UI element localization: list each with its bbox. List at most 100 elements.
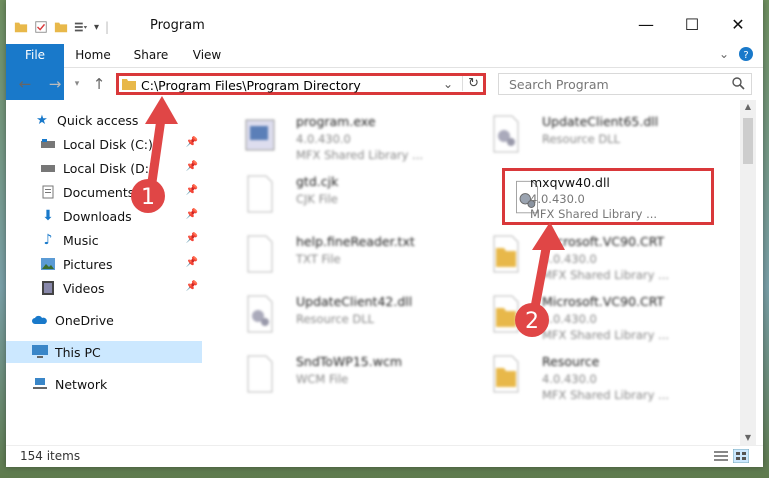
refresh-icon[interactable]: ↻	[462, 76, 479, 91]
sidebar-item-music[interactable]: ♪ Music 📌	[6, 229, 202, 251]
sidebar-item-this-pc[interactable]: This PC	[6, 341, 202, 363]
file-description: MFX Shared Library ...	[296, 148, 424, 162]
up-button[interactable]: ↑	[88, 74, 110, 94]
maximize-button[interactable]: ☐	[669, 10, 715, 38]
sidebar-item-label: Quick access	[57, 112, 139, 128]
search-box[interactable]: Search Program	[498, 73, 752, 95]
chevron-down-icon[interactable]: ⌄	[719, 47, 729, 61]
forward-button[interactable]: →	[44, 74, 66, 94]
sidebar-item-label: Videos	[63, 280, 105, 296]
sidebar-item-downloads[interactable]: ⬇ Downloads 📌	[6, 205, 202, 227]
downloads-icon: ⬇	[42, 208, 54, 224]
sidebar-item-label: This PC	[55, 344, 101, 360]
pin-icon[interactable]: 📌	[186, 185, 198, 196]
tab-home[interactable]: Home	[68, 44, 118, 67]
pin-icon[interactable]: 📌	[186, 257, 198, 268]
tab-share[interactable]: Share	[126, 44, 176, 67]
list-item[interactable]: program.exe 4.0.430.0 MFX Shared Library…	[226, 106, 466, 162]
list-item[interactable]: gtd.cjk CJK File	[226, 166, 466, 222]
tiles-view-icon[interactable]	[733, 449, 749, 463]
pin-icon[interactable]: 📌	[186, 137, 198, 148]
file-name: UpdateClient42.dll	[296, 294, 413, 309]
search-icon[interactable]	[731, 76, 745, 90]
pin-icon[interactable]: 📌	[186, 209, 198, 220]
file-description: MFX Shared Library ...	[542, 268, 670, 282]
cloud-icon	[32, 312, 48, 328]
tab-view[interactable]: View	[183, 44, 231, 67]
sidebar-item-videos[interactable]: Videos 📌	[6, 277, 202, 299]
sidebar-item-label: OneDrive	[55, 312, 114, 328]
details-view-icon[interactable]	[713, 449, 729, 463]
list-item[interactable]: help.fineReader.txt TXT File	[226, 226, 466, 282]
dll-icon	[247, 295, 273, 333]
close-button[interactable]: ✕	[715, 10, 761, 38]
window-title: Program	[150, 18, 205, 33]
file-name: help.fineReader.txt	[296, 234, 415, 249]
pictures-icon	[40, 256, 56, 272]
sidebar-item-label: Pictures	[63, 256, 113, 272]
sidebar-item-local-disk-d[interactable]: Local Disk (D:) 📌	[6, 157, 202, 179]
folder-icon	[14, 22, 28, 33]
properties-icon[interactable]	[34, 20, 48, 34]
file-version: 4.0.430.0	[542, 312, 597, 326]
drive-icon	[40, 136, 56, 152]
sidebar-item-network[interactable]: Network	[6, 373, 202, 395]
sidebar-item-documents[interactable]: Documents 📌	[6, 181, 202, 203]
file-type: TXT File	[296, 252, 341, 266]
qat-dropdown-icon[interactable]: ▾	[94, 22, 99, 33]
sidebar-item-label: Music	[63, 232, 99, 248]
videos-icon	[40, 280, 56, 296]
file-name: Resource	[542, 354, 600, 369]
file-name: Microsoft.VC90.CRT	[542, 294, 665, 309]
file-name: SndToWP15.wcm	[296, 354, 402, 369]
view-toggle	[713, 449, 749, 463]
minimize-button[interactable]: —	[623, 10, 669, 38]
file-version: 4.0.430.0	[542, 252, 597, 266]
quick-access-toolbar: ▾ |	[14, 18, 109, 36]
pin-icon[interactable]: 📌	[186, 161, 198, 172]
pin-icon[interactable]: 📌	[186, 233, 198, 244]
vertical-scrollbar[interactable]: ▲ ▼	[740, 100, 756, 445]
sidebar-item-quick-access[interactable]: ★ Quick access	[6, 109, 202, 131]
list-item[interactable]: Microsoft.VC90.CRT 4.0.430.0 MFX Shared …	[472, 226, 712, 282]
customize-toolbar-icon[interactable]	[74, 20, 88, 34]
file-version: 4.0.430.0	[542, 372, 597, 386]
recent-locations-button[interactable]: ▾	[66, 74, 88, 94]
file-type: Resource DLL	[296, 312, 375, 326]
folder-file-icon	[493, 355, 519, 393]
sidebar-item-label: Local Disk (C:)	[63, 136, 153, 152]
folder-icon	[122, 79, 136, 90]
explorer-window: ▾ | Program — ☐ ✕ File Home Share View ⌄…	[6, 0, 763, 467]
sidebar-item-local-disk-c[interactable]: Local Disk (C:) 📌	[6, 133, 202, 155]
scroll-up-icon[interactable]: ▲	[740, 100, 756, 114]
highlighted-file-item[interactable]: mxqvw40.dll 4.0.430.0 MFX Shared Library…	[502, 168, 714, 225]
file-description: MFX Shared Library ...	[530, 207, 658, 221]
list-item[interactable]: Microsoft.VC90.CRT 4.0.430.0 MFX Shared …	[472, 286, 712, 342]
title-separator: |	[105, 20, 110, 34]
item-count: 154 items	[20, 449, 81, 463]
ribbon-tabs: File Home Share View ⌄ ?	[6, 44, 763, 100]
blank-file-icon	[247, 175, 273, 213]
list-item[interactable]: UpdateClient42.dll Resource DLL	[226, 286, 466, 342]
drive-icon	[40, 160, 56, 176]
documents-icon	[40, 184, 56, 200]
svg-text:?: ?	[743, 50, 748, 61]
list-item[interactable]: SndToWP15.wcm WCM File	[226, 346, 466, 402]
new-folder-icon[interactable]	[54, 20, 68, 34]
pin-icon[interactable]: 📌	[186, 281, 198, 292]
music-icon: ♪	[43, 232, 53, 248]
sidebar-item-onedrive[interactable]: OneDrive	[6, 309, 202, 331]
list-item[interactable]: Resource 4.0.430.0 MFX Shared Library ..…	[472, 346, 712, 402]
list-item[interactable]: UpdateClient65.dll Resource DLL	[472, 106, 712, 162]
folder-file-icon	[493, 295, 519, 333]
scroll-down-icon[interactable]: ▼	[740, 431, 756, 445]
status-bar: 154 items	[6, 445, 763, 468]
back-button[interactable]: ←	[14, 74, 36, 94]
address-bar[interactable]: C:\Program Files\Program Directory ⌄ ↻	[116, 73, 486, 95]
file-type: CJK File	[296, 192, 338, 206]
address-dropdown-icon[interactable]: ⌄	[443, 77, 453, 91]
star-icon: ★	[36, 112, 48, 128]
sidebar-item-pictures[interactable]: Pictures 📌	[6, 253, 202, 275]
help-icon[interactable]: ?	[739, 47, 753, 61]
scroll-thumb[interactable]	[743, 118, 753, 164]
